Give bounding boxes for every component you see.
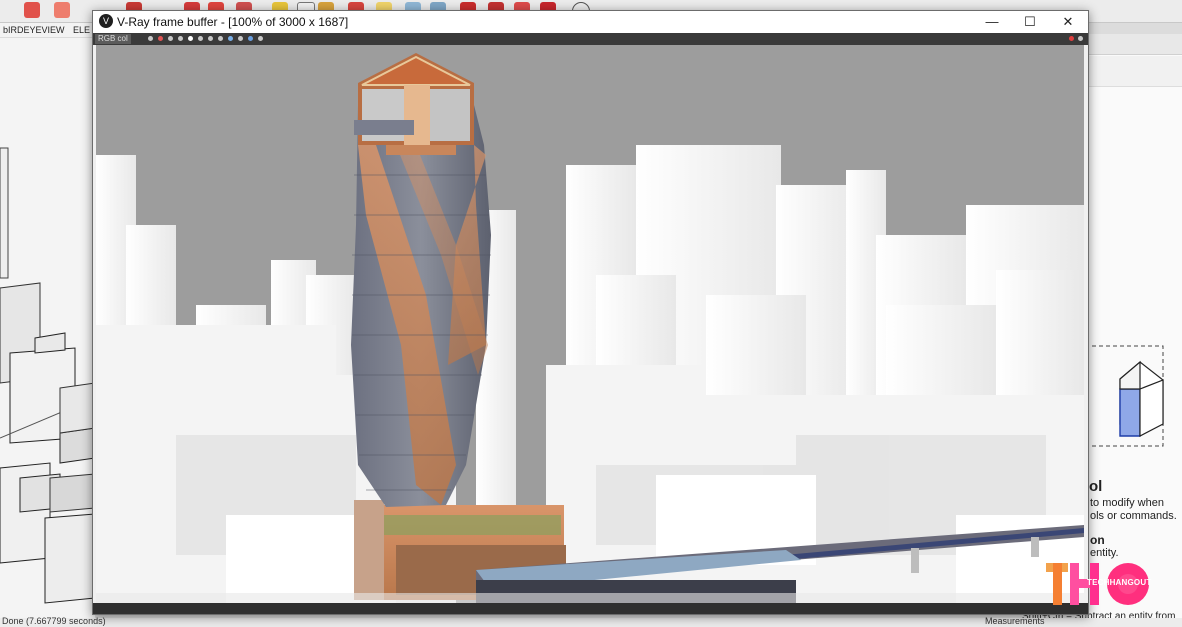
toolbar-dot-icon[interactable] bbox=[228, 36, 233, 41]
toolbar-dot-icon[interactable] bbox=[198, 36, 203, 41]
scene-tab-elevation[interactable]: ELE bbox=[70, 23, 93, 37]
minimize-button[interactable]: — bbox=[973, 11, 1011, 33]
toolbar-dot-icon[interactable] bbox=[218, 36, 223, 41]
status-text: Done (7.667799 seconds) bbox=[2, 616, 106, 626]
toolbar-stop-icon[interactable] bbox=[1069, 36, 1074, 41]
instructor-heading-2: on bbox=[1090, 533, 1105, 547]
watermark-text: TECHHANGOUT bbox=[1087, 578, 1152, 587]
arc-tool-icon[interactable] bbox=[54, 2, 70, 18]
instructor-heading: ol bbox=[1089, 478, 1103, 495]
vfb-statusbar bbox=[93, 603, 1088, 614]
channel-select[interactable]: RGB col bbox=[95, 34, 131, 44]
vray-logo-icon: V bbox=[99, 14, 113, 28]
vray-frame-buffer-window[interactable]: V V-Ray frame buffer - [100% of 3000 x 1… bbox=[92, 10, 1089, 615]
default-tray-panel bbox=[1085, 34, 1182, 618]
toolbar-dot-icon[interactable] bbox=[258, 36, 263, 41]
status-bar: Done (7.667799 seconds) Measurements bbox=[0, 616, 1182, 627]
rendered-city-tower-image bbox=[96, 45, 1084, 603]
model-wireframe bbox=[0, 38, 95, 618]
instructor-house-illustration-icon bbox=[1085, 345, 1164, 447]
close-button[interactable]: ✕ bbox=[1049, 11, 1087, 33]
toolbar-dot-icon[interactable] bbox=[238, 36, 243, 41]
scene-tabs: bIRDEYEVIEW ELE bbox=[0, 23, 95, 37]
toolbar-dot-icon[interactable] bbox=[208, 36, 213, 41]
toolbar-dot-icon[interactable] bbox=[148, 36, 153, 41]
render-image[interactable] bbox=[96, 45, 1084, 603]
techhangout-watermark: TECHHANGOUT bbox=[1046, 561, 1158, 608]
toolbar-dot-icon[interactable] bbox=[248, 36, 253, 41]
toolbar-dot-icon[interactable] bbox=[188, 36, 193, 41]
maximize-button[interactable]: ☐ bbox=[1011, 11, 1049, 33]
measurements-label: Measurements bbox=[985, 616, 1045, 626]
scene-tab-birdeyeview[interactable]: bIRDEYEVIEW bbox=[0, 23, 68, 37]
toolbar-dot-icon[interactable] bbox=[158, 36, 163, 41]
instructor-line-3: entity. bbox=[1090, 547, 1119, 559]
vfb-titlebar[interactable]: V V-Ray frame buffer - [100% of 3000 x 1… bbox=[93, 11, 1088, 33]
sketchup-viewport[interactable] bbox=[0, 38, 95, 618]
window-title: V-Ray frame buffer - [100% of 3000 x 168… bbox=[117, 15, 349, 29]
toolbar-dot-icon[interactable] bbox=[168, 36, 173, 41]
instructor-line-1: to modify when bbox=[1090, 497, 1164, 509]
vfb-toolbar: RGB col bbox=[93, 33, 1088, 45]
pencil-tool-icon[interactable] bbox=[24, 2, 40, 18]
instructor-line-2: ols or commands. bbox=[1090, 510, 1177, 522]
toolbar-dot-icon[interactable] bbox=[178, 36, 183, 41]
toolbar-dot-icon[interactable] bbox=[1078, 36, 1083, 41]
